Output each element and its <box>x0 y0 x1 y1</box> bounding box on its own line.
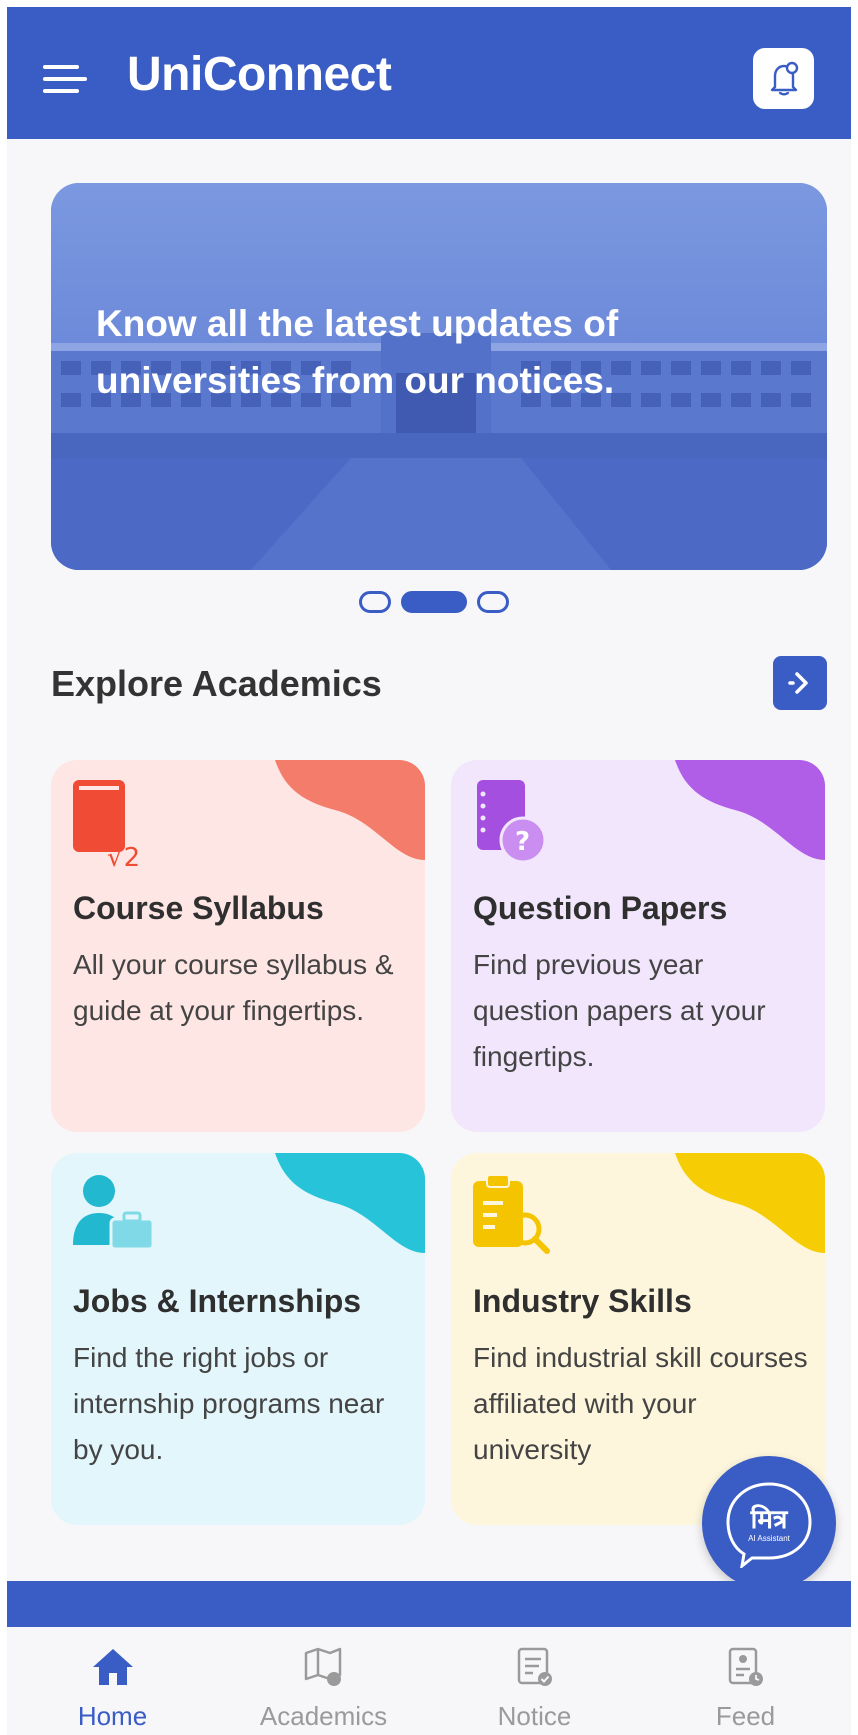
card-title: Industry Skills <box>473 1283 692 1319</box>
assistant-sublabel: AI Assistant <box>748 1534 790 1543</box>
nav-label: Home <box>77 1701 148 1731</box>
card-description: Find previous year question papers at yo… <box>473 949 766 1072</box>
bottom-navigation: Home Academics Notice Feed <box>7 1627 851 1735</box>
section-title: Explore Academics <box>51 663 382 704</box>
card-decoration <box>675 1153 825 1253</box>
explore-more-button[interactable] <box>773 656 827 710</box>
menu-icon[interactable] <box>43 59 91 99</box>
nav-label: Feed <box>715 1701 776 1731</box>
card-course-syllabus[interactable]: √2 Course Syllabus All your course sylla… <box>51 760 425 1132</box>
svg-text:√2: √2 <box>107 843 140 870</box>
card-decoration <box>275 1153 425 1253</box>
carousel-indicator <box>7 591 851 615</box>
assistant-label: मित्र <box>750 1504 788 1534</box>
card-description: Find the right jobs or internship progra… <box>73 1342 385 1465</box>
card-description: Find industrial skill courses affiliated… <box>473 1342 808 1465</box>
clipboard-search-icon <box>473 1174 550 1254</box>
arrow-right-icon <box>788 672 808 694</box>
notification-button[interactable] <box>753 48 814 109</box>
nav-item-notice[interactable]: Notice <box>429 1627 640 1735</box>
carousel-dot[interactable] <box>359 591 391 613</box>
card-description: All your course syllabus & guide at your… <box>73 949 394 1026</box>
card-title: Question Papers <box>473 890 728 926</box>
banner-text: Know all the latest updates of universit… <box>96 303 619 401</box>
notebook-question-icon: ? <box>477 780 547 864</box>
card-jobs-internships[interactable]: Jobs & Internships Find the right jobs o… <box>51 1153 425 1525</box>
svg-text:?: ? <box>515 827 530 857</box>
home-icon <box>93 1649 133 1685</box>
card-title: Course Syllabus <box>73 890 324 926</box>
card-question-papers[interactable]: ? Question Papers Find previous year que… <box>451 760 825 1132</box>
bell-icon <box>770 61 799 96</box>
academics-icon <box>304 1647 342 1686</box>
carousel-dot-active[interactable] <box>401 591 467 613</box>
card-title: Jobs & Internships <box>73 1283 362 1319</box>
bottom-banner-strip <box>7 1581 851 1631</box>
app-title: UniConnect <box>127 48 392 101</box>
app-screen: UniConnect Know all the latest updates o… <box>7 7 851 1735</box>
book-sqrt-icon: √2 <box>73 780 140 870</box>
ai-assistant-button[interactable]: मित्र AI Assistant <box>702 1456 836 1590</box>
feed-icon <box>728 1647 763 1686</box>
notice-icon <box>517 1647 552 1686</box>
person-briefcase-icon <box>73 1175 155 1251</box>
card-decoration <box>675 760 825 860</box>
nav-item-academics[interactable]: Academics <box>218 1627 429 1735</box>
card-decoration <box>275 760 425 860</box>
app-header: UniConnect <box>7 7 851 139</box>
nav-label: Academics <box>259 1701 388 1731</box>
carousel-dot[interactable] <box>477 591 509 613</box>
nav-item-feed[interactable]: Feed <box>640 1627 851 1735</box>
hero-banner[interactable]: Know all the latest updates of universit… <box>51 183 827 570</box>
nav-label: Notice <box>497 1701 572 1731</box>
nav-item-home[interactable]: Home <box>7 1627 218 1735</box>
